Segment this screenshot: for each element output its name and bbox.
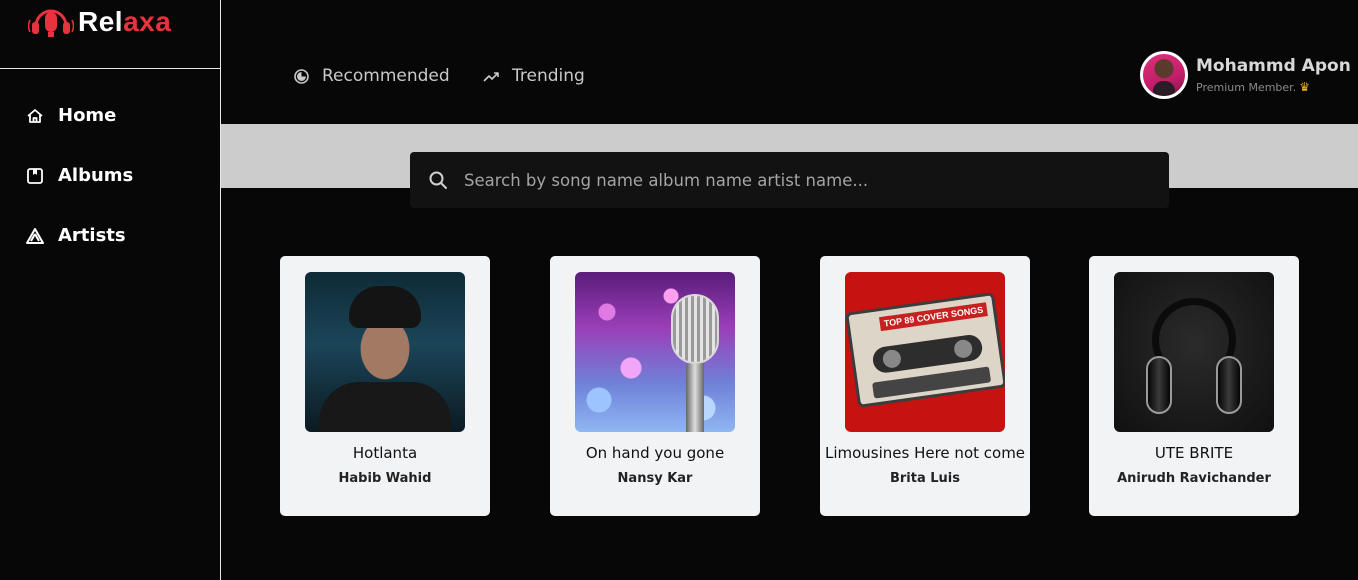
album-cover-image <box>1114 272 1274 432</box>
crown-icon: ♛ <box>1299 80 1310 94</box>
brand-name: Relaxa <box>78 6 171 38</box>
search-bar <box>410 152 1169 208</box>
album-card[interactable]: Hotlanta Habib Wahid <box>280 256 490 516</box>
album-card[interactable]: TOP 89 COVER SONGS Limousines Here not c… <box>820 256 1030 516</box>
sidebar: Relaxa Home Albums Artists <box>0 0 221 580</box>
cassette-label: TOP 89 COVER SONGS <box>878 302 989 332</box>
album-cover-text <box>305 342 465 364</box>
sidebar-item-artists[interactable]: Artists <box>26 225 126 246</box>
microphone-neck <box>686 364 704 432</box>
tab-trending[interactable]: Trending <box>483 66 585 86</box>
microphone-head <box>671 294 719 364</box>
search-icon[interactable] <box>428 170 448 190</box>
recommended-icon <box>294 68 309 84</box>
album-artist: Anirudh Ravichander <box>1117 471 1271 486</box>
headphones-mic-logo-icon <box>27 2 75 42</box>
home-icon <box>27 108 43 123</box>
brand-name-part1: Rel <box>78 6 124 37</box>
album-artist: Brita Luis <box>889 471 961 486</box>
album-icon <box>27 167 43 184</box>
brand-logo[interactable]: Relaxa <box>27 2 171 42</box>
membership-status: Premium Member. ♛ <box>1196 80 1351 94</box>
trending-icon <box>483 71 499 82</box>
album-artist: Nansy Kar <box>617 471 693 486</box>
album-title: On hand you gone <box>585 444 725 462</box>
user-name: Mohammd Apon <box>1196 56 1351 76</box>
album-card[interactable]: UTE BRITE Anirudh Ravichander <box>1089 256 1299 516</box>
album-title: Limousines Here not come <box>824 444 1026 462</box>
album-title: Hotlanta <box>352 444 418 462</box>
tab-label: Recommended <box>322 66 450 86</box>
cassette-tape: TOP 89 COVER SONGS <box>845 292 1005 408</box>
headphones-right-cup <box>1216 356 1242 414</box>
membership-label: Premium Member. <box>1196 80 1297 94</box>
sidebar-item-label: Home <box>58 105 117 126</box>
album-cover-jacket <box>319 382 451 432</box>
album-cover-image: TOP 89 COVER SONGS <box>845 272 1005 432</box>
sidebar-item-label: Albums <box>58 165 134 186</box>
tab-recommended[interactable]: Recommended <box>293 66 450 86</box>
album-card[interactable]: On hand you gone Nansy Kar <box>550 256 760 516</box>
sidebar-item-albums[interactable]: Albums <box>26 165 133 186</box>
avatar[interactable] <box>1140 51 1188 99</box>
sidebar-item-home[interactable]: Home <box>26 105 116 126</box>
main-content: Recommended Trending Mohammd Apon Premiu… <box>221 0 1358 580</box>
tab-label: Trending <box>512 66 585 86</box>
sidebar-divider <box>0 68 220 69</box>
cassette-window <box>871 333 984 375</box>
album-cover-image <box>305 272 465 432</box>
album-cover-hair <box>349 286 421 328</box>
user-info: Mohammd Apon Premium Member. ♛ <box>1196 56 1351 94</box>
album-title: UTE BRITE <box>1154 444 1234 462</box>
user-profile[interactable]: Mohammd Apon Premium Member. ♛ <box>1140 51 1351 99</box>
headphones-left-cup <box>1146 356 1172 414</box>
sidebar-item-label: Artists <box>58 225 126 246</box>
album-artist: Habib Wahid <box>338 471 432 486</box>
album-cover-image <box>575 272 735 432</box>
search-input[interactable] <box>464 170 1144 190</box>
brand-name-part2: axa <box>123 6 172 37</box>
artist-icon <box>26 227 44 244</box>
